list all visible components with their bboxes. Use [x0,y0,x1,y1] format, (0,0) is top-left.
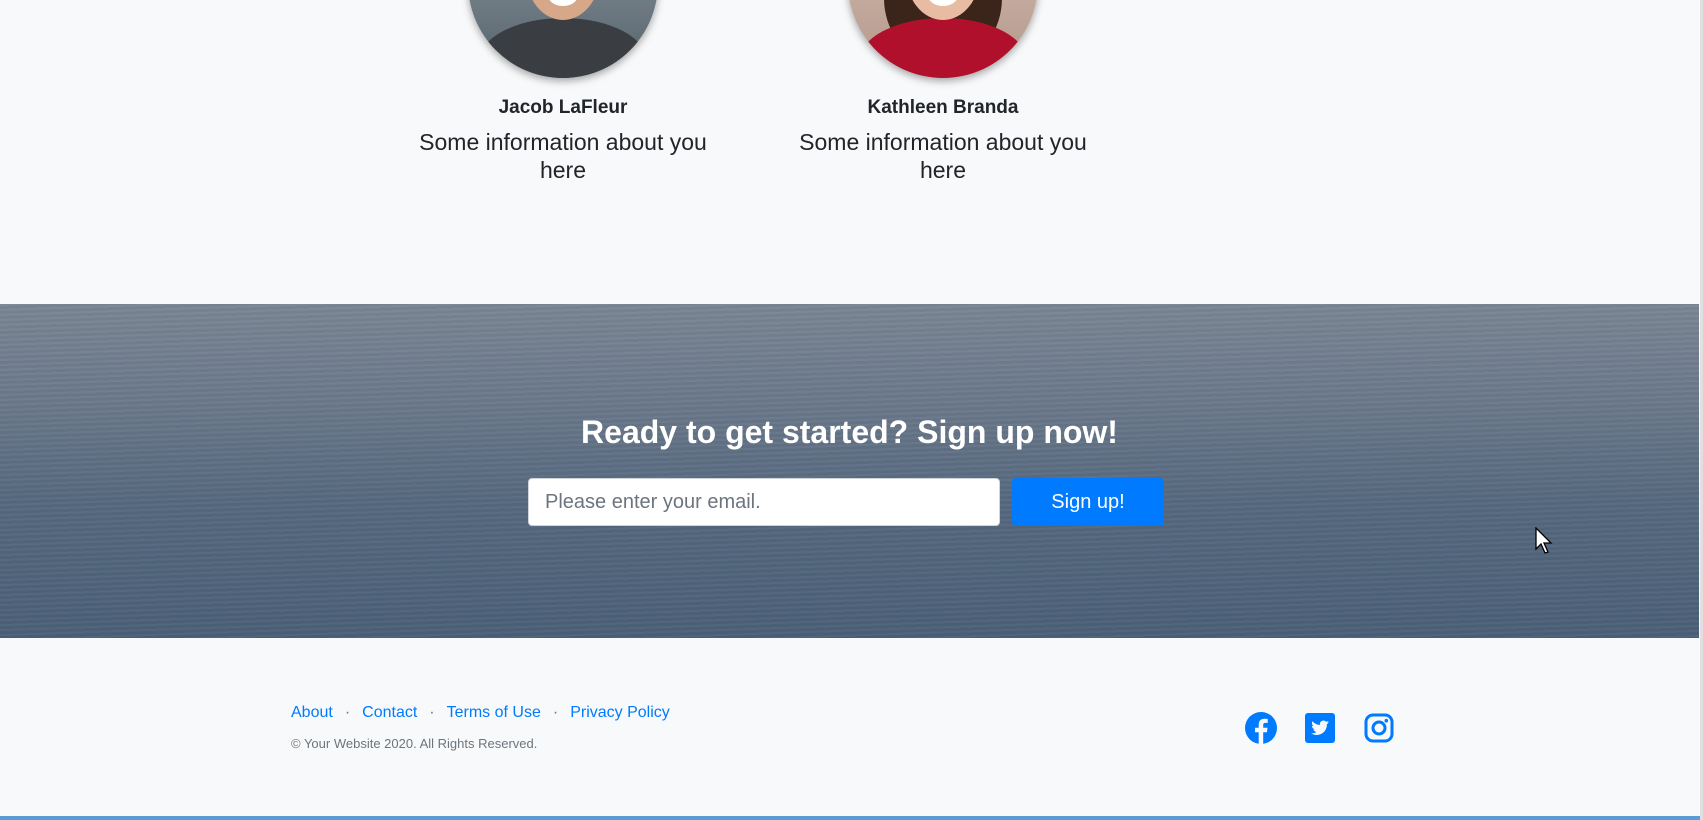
landing-page: Jacob LaFleur Some information about you… [0,0,1703,820]
footer-link-privacy[interactable]: Privacy Policy [570,704,670,722]
person-info: Some information about you here [799,129,1087,183]
person-name: Kathleen Branda [867,97,1019,118]
facebook-icon[interactable] [1245,712,1277,744]
signup-button[interactable]: Sign up! [1012,478,1164,526]
mouse-cursor-icon [1535,527,1553,554]
bottom-border [0,816,1703,820]
call-to-action-section: Ready to get started? Sign up now! Sign … [0,304,1699,638]
person-info: Some information about you here [419,129,707,183]
footer: About · Contact · Terms of Use · Privacy… [0,638,1700,815]
cta-title: Ready to get started? Sign up now! [581,414,1118,450]
instagram-icon[interactable] [1363,712,1395,744]
copyright-text: © Your Website 2020. All Rights Reserved… [291,736,538,751]
avatar [848,0,1038,78]
social-links [1245,712,1395,744]
footer-links: About · Contact · Terms of Use · Privacy… [291,704,670,722]
footer-link-contact[interactable]: Contact [362,704,417,722]
testimonials-section: Jacob LaFleur Some information about you… [0,0,1700,304]
twitter-icon[interactable] [1304,712,1336,744]
link-separator: · [344,704,351,721]
person-name: Jacob LaFleur [498,97,628,118]
link-separator: · [429,704,435,721]
avatar [468,0,658,78]
link-separator: · [552,704,559,721]
email-input[interactable] [528,478,1000,526]
footer-link-about[interactable]: About [291,704,333,722]
footer-link-terms[interactable]: Terms of Use [447,704,541,722]
